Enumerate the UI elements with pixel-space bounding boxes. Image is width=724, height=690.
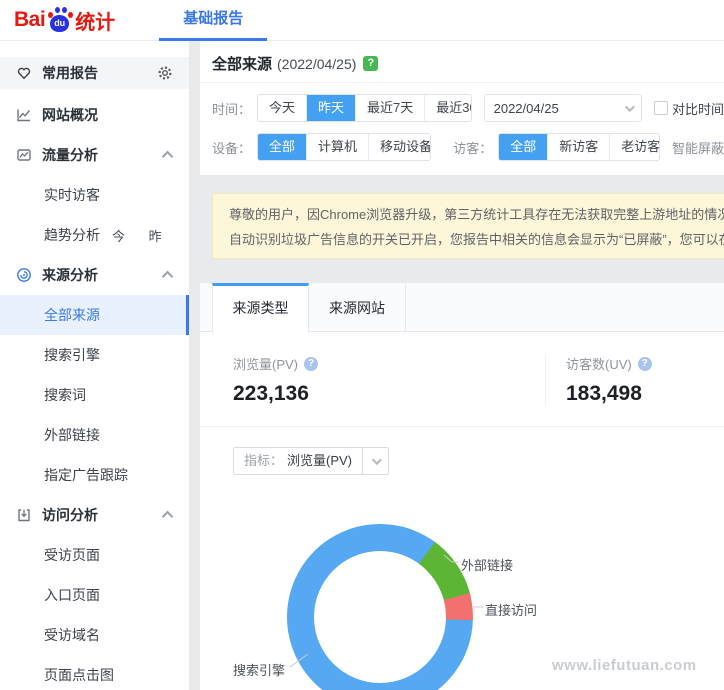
compare-checkbox-group[interactable]: 对比时间 (653, 99, 724, 118)
time-label: 时间： (212, 101, 252, 117)
question-icon[interactable]: ? (637, 356, 652, 371)
metric-selector-value: 浏览量(PV) (287, 453, 353, 468)
time-range-button-group: 今天 昨天 最近7天 最近30天 (257, 94, 472, 122)
sidebar-item-trend-analysis[interactable]: 趋势分析 今 昨 (0, 215, 189, 255)
metric-selector-label: 指标： (244, 453, 284, 468)
sidebar-item-visited-domains[interactable]: 受访域名 (0, 615, 189, 655)
time-option-last30days[interactable]: 最近30天 (424, 95, 471, 121)
time-option-last7days[interactable]: 最近7天 (355, 95, 425, 121)
sidebar-item-search-engines[interactable]: 搜索引擎 (0, 335, 189, 375)
pv-label: 浏览量(PV) (233, 357, 299, 372)
sidebar-item-all-sources[interactable]: 全部来源 (0, 295, 189, 335)
uv-label: 访客数(UV) (566, 357, 632, 372)
source-report-card: 来源类型 来源网站 浏览量(PV) ? 223,136 访客数(UV) ? 18… (200, 283, 724, 690)
device-button-group: 全部 计算机 移动设备 (257, 133, 431, 161)
chevron-up-icon[interactable] (161, 510, 174, 523)
time-option-today[interactable]: 今天 (258, 95, 307, 121)
tray-download-icon (18, 509, 30, 522)
favorites-label: 常用报告 (42, 65, 98, 81)
heart-icon (17, 67, 31, 80)
visitor-option-all[interactable]: 全部 (499, 134, 548, 160)
notice-line-2: 自动识别垃圾广告信息的开关已开启，您报告中相关的信息会显示为“已屏蔽”，您可以在… (229, 232, 724, 247)
date-value: 2022/04/25 (493, 100, 559, 116)
notice-line-1: 尊敬的用户，因Chrome浏览器升级，第三方统计工具存在无法获取完整上游地址的情… (229, 207, 724, 222)
device-visitor-filter-row: 设备： 全部 计算机 移动设备 访客： 全部 新访客 老访客 智能屏蔽 (200, 133, 724, 161)
callout-label-external-links: 外部链接 (461, 558, 514, 573)
sidebar-item-source-analysis[interactable]: 来源分析 (0, 255, 189, 295)
notice-banner: 尊敬的用户，因Chrome浏览器升级，第三方统计工具存在无法获取完整上游地址的情… (212, 193, 724, 259)
compare-label: 对比时间 (671, 101, 724, 117)
top-header: Bai du 统计 基础报告 (0, 0, 724, 41)
visitor-option-returning[interactable]: 老访客 (609, 134, 660, 160)
source-signal-icon (17, 268, 31, 282)
baidu-tongji-logo[interactable]: Bai du 统计 (14, 6, 115, 35)
time-option-yesterday[interactable]: 昨天 (306, 95, 356, 121)
sidebar-item-visit-analysis[interactable]: 访问分析 (0, 495, 189, 535)
tab-source-website[interactable]: 来源网站 (309, 283, 406, 332)
sidebar-item-traffic-analysis[interactable]: 流量分析 (0, 135, 189, 175)
visitor-button-group: 全部 新访客 老访客 (498, 133, 660, 161)
smart-block-label[interactable]: 智能屏蔽 (672, 138, 724, 157)
device-option-computer[interactable]: 计算机 (306, 134, 369, 160)
uv-value: 183,498 (566, 382, 642, 405)
filter-panel: 全部来源 (2022/04/25) ? 时间： 今天 昨天 最近7天 最近30天… (200, 41, 724, 175)
tab-basic-report[interactable]: 基础报告 (159, 0, 268, 41)
metrics-row: 浏览量(PV) ? 223,136 访客数(UV) ? 183,498 (200, 332, 724, 427)
sidebar-item-ad-tracking[interactable]: 指定广告跟踪 (0, 455, 189, 495)
donut-hole (314, 551, 446, 683)
line-chart-icon (17, 109, 31, 122)
sidebar-nav-list: 网站概况 流量分析 实时访客 趋势分析 今 昨 来源分析 全部来源 搜索引擎 搜… (0, 95, 189, 690)
sidebar-item-favorite-reports[interactable]: 常用报告 (0, 57, 189, 89)
metric-pv: 浏览量(PV) ? 223,136 (233, 354, 545, 406)
sidebar-item-site-overview[interactable]: 网站概况 (0, 95, 189, 135)
help-question-badge[interactable]: ? (363, 56, 379, 71)
sidebar-item-realtime-visitors[interactable]: 实时访客 (0, 175, 189, 215)
date-picker[interactable]: 2022/04/25 (483, 94, 642, 122)
sidebar-item-external-links[interactable]: 外部链接 (0, 415, 189, 455)
device-label: 设备： (212, 140, 252, 156)
metric-selector-dropdown[interactable]: 指标： 浏览量(PV) (233, 447, 390, 475)
donut-chart[interactable] (287, 524, 473, 690)
metric-uv: 访客数(UV) ? 183,498 (545, 354, 652, 406)
visitor-label: 访客： (453, 140, 493, 156)
visitor-option-new[interactable]: 新访客 (547, 134, 610, 160)
callout-label-search-engines: 搜索引擎 (233, 663, 286, 678)
sidebar-item-search-terms[interactable]: 搜索词 (0, 375, 189, 415)
trend-today-yesterday-links[interactable]: 今 昨 (112, 226, 172, 245)
sidebar-item-entry-pages[interactable]: 入口页面 (0, 575, 189, 615)
traffic-chart-icon (17, 149, 31, 161)
watermark: www.liefutuan.com (552, 657, 697, 674)
callout-label-direct-visits: 直接访问 (485, 603, 538, 618)
gear-icon[interactable] (157, 65, 173, 81)
question-icon[interactable]: ? (304, 356, 319, 371)
time-filter-row: 时间： 今天 昨天 最近7天 最近30天 2022/04/25 对比时间 (200, 94, 724, 122)
sidebar: 常用报告 网站概况 流量分析 实时访客 趋势分析 今 昨 来源分析 全部来源 搜… (0, 41, 190, 690)
logo-tongji-text: 统计 (75, 11, 116, 34)
tab-source-type[interactable]: 来源类型 (212, 283, 309, 333)
page-title: 全部来源 (212, 56, 273, 73)
compare-checkbox[interactable] (653, 101, 668, 115)
sidebar-item-page-click-map[interactable]: 页面点击图 (0, 655, 189, 690)
chevron-down-icon (624, 101, 635, 112)
card-tabstrip: 来源类型 来源网站 (200, 283, 724, 333)
baidu-paw-icon: du (47, 7, 74, 33)
chevron-up-icon[interactable] (161, 270, 174, 283)
device-option-all[interactable]: 全部 (258, 134, 307, 160)
title-row: 全部来源 (2022/04/25) ? (200, 41, 724, 83)
page-title-date: (2022/04/25) (277, 55, 357, 72)
chevron-down-icon[interactable] (362, 448, 388, 474)
device-option-mobile[interactable]: 移动设备 (368, 134, 430, 160)
logo-bai-text: Bai (14, 8, 46, 31)
pv-value: 223,136 (233, 382, 309, 405)
chevron-up-icon[interactable] (161, 150, 174, 163)
sidebar-item-visited-pages[interactable]: 受访页面 (0, 535, 189, 575)
